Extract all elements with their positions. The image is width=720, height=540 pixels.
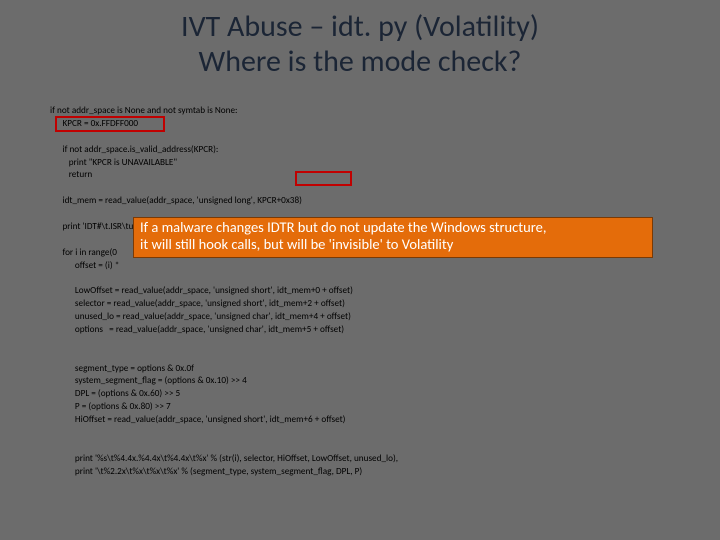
code-line: HiOffset = read_value(addr_space, 'unsig…: [50, 414, 345, 425]
callout-line2: it will still hook calls, but will be 'i…: [140, 235, 453, 253]
code-line: options = read_value(addr_space, 'unsign…: [50, 324, 344, 335]
highlight-box-offset: [295, 171, 352, 186]
code-line: print '%s\t%4.4x.%4.4x\t%4.4x\t%x' % (st…: [50, 453, 398, 464]
code-line: return: [50, 169, 92, 180]
code-line: unused_lo = read_value(addr_space, 'unsi…: [50, 311, 351, 322]
slide-title: IVT Abuse – idt. py (Volatility) Where i…: [0, 0, 720, 79]
code-block: if not addr_space is None and not symtab…: [50, 105, 690, 478]
code-line: if not addr_space.is_valid_address(KPCR)…: [50, 144, 218, 155]
code-line: idt_mem = read_value(addr_space, 'unsign…: [50, 195, 302, 206]
title-line1: IVT Abuse – idt. py (Volatility): [181, 8, 539, 45]
highlight-box-kpcr: [55, 116, 165, 132]
code-line: for i in range(0: [50, 247, 117, 258]
code-line: DPL = (options & 0x.60) >> 5: [50, 388, 180, 399]
callout-note: If a malware changes IDTR but do not upd…: [133, 217, 653, 258]
code-line: LowOffset = read_value(addr_space, 'unsi…: [50, 285, 353, 296]
code-line: offset = (i) *: [50, 260, 119, 271]
code-line: segment_type = options & 0x.0f: [50, 363, 194, 374]
title-line2: Where is the mode check?: [199, 43, 522, 80]
code-line: selector = read_value(addr_space, 'unsig…: [50, 298, 345, 309]
callout-line1: If a malware changes IDTR but do not upd…: [140, 218, 546, 236]
code-line: P = (options & 0x.80) >> 7: [50, 401, 171, 412]
code-line: if not addr_space is None and not symtab…: [50, 105, 238, 116]
code-line: print "KPCR is UNAVAILABLE": [50, 157, 177, 168]
code-line: print '\t%2.2x\t%x\t%x\t%x' % (segment_t…: [50, 466, 362, 477]
code-line: system_segment_flag = (options & 0x.10) …: [50, 375, 247, 386]
